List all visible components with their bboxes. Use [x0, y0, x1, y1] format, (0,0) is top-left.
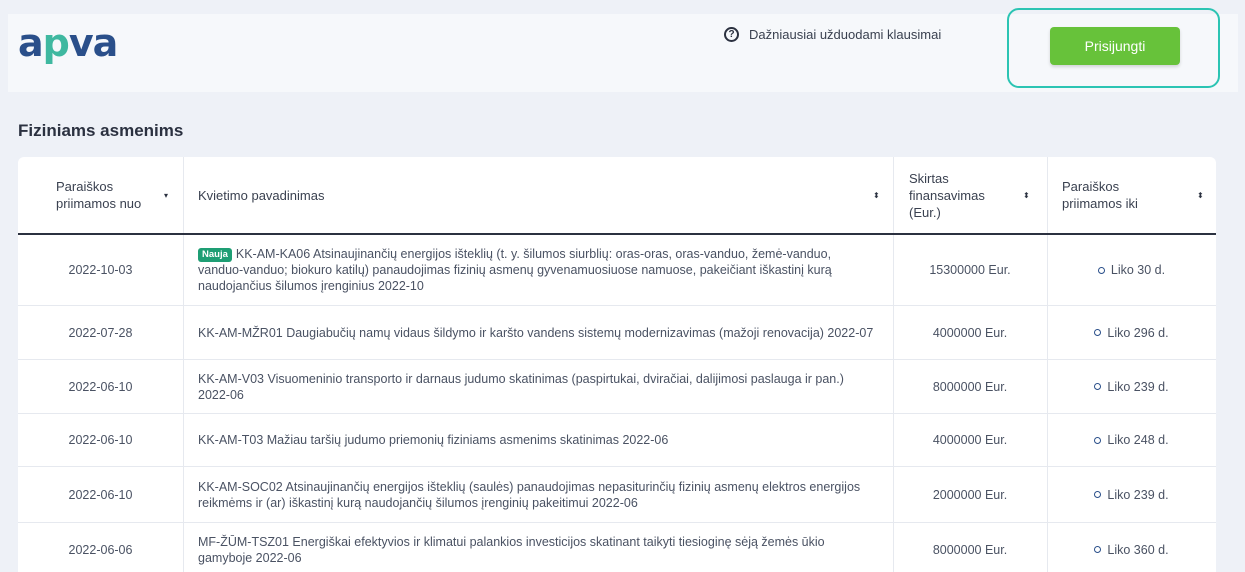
row-amount: 4000000 Eur.	[932, 325, 1008, 340]
clock-icon	[1097, 266, 1105, 274]
column-divider	[893, 157, 894, 233]
row-date: 2022-06-10	[68, 433, 133, 447]
table-row[interactable]: 2022-06-06 MF-ŽŪM-TSZ01 Energiškai efekt…	[18, 523, 1216, 572]
row-remaining: Liko 296 d.	[1047, 306, 1216, 359]
column-divider	[183, 467, 184, 523]
header-label: Skirtas finansavimas (Eur.)	[909, 170, 985, 220]
table-row[interactable]: 2022-06-10 KK-AM-V03 Visuomeninio transp…	[18, 360, 1216, 414]
row-remaining-text: Liko 239 d.	[1107, 379, 1169, 394]
row-call-name-text: KK-AM-MŽR01 Daugiabučių namų vidaus šild…	[198, 325, 874, 340]
row-call-name-text: MF-ŽŪM-TSZ01 Energiškai efektyvios ir kl…	[198, 534, 825, 565]
logo-a: a	[18, 21, 44, 65]
header-start-date[interactable]: Paraiškos priimamos nuo ▾	[56, 157, 176, 233]
row-amount: 8000000 Eur.	[932, 542, 1008, 557]
row-amount: 2000000 Eur.	[932, 487, 1008, 502]
faq-link[interactable]: ? Dažniausiai užduodami klausimai	[724, 24, 941, 44]
row-date: 2022-07-28	[68, 325, 133, 340]
table-row[interactable]: 2022-07-28 KK-AM-MŽR01 Daugiabučių namų …	[18, 306, 1216, 360]
column-divider	[183, 414, 184, 467]
row-call-name[interactable]: Nauja KK-AM-KA06 Atsinaujinančių energijo…	[198, 235, 878, 305]
clock-icon	[1094, 546, 1102, 553]
new-badge: Nauja	[198, 248, 232, 262]
faq-label: Dažniausiai užduodami klausimai	[749, 26, 942, 42]
column-divider	[183, 235, 184, 306]
sort-desc-icon: ▾	[164, 190, 169, 200]
table-header: Paraiškos priimamos nuo ▾ Kvietimo pavad…	[18, 157, 1216, 235]
logo-p: p	[42, 21, 70, 65]
row-remaining-text: Liko 248 d.	[1107, 433, 1169, 447]
row-date: 2022-10-03	[68, 263, 133, 277]
sort-icon: ⬍	[1023, 190, 1030, 200]
sort-icon: ⬍	[873, 190, 880, 200]
header-label: Paraiškos priimamos nuo	[56, 179, 142, 211]
clock-icon	[1094, 383, 1102, 390]
row-call-name-text: KK-AM-T03 Mažiau taršių judumo priemonių…	[198, 433, 669, 447]
question-icon: ?	[724, 26, 739, 42]
row-date: 2022-06-06	[68, 542, 133, 557]
row-remaining-text: Liko 30 d.	[1110, 263, 1166, 277]
clock-icon	[1094, 491, 1102, 498]
header-label: Kvietimo pavadinimas	[198, 187, 325, 203]
row-amount: 4000000 Eur.	[932, 433, 1008, 447]
row-remaining: Liko 239 d.	[1047, 360, 1216, 413]
row-call-name-text: KK-AM-SOC02 Atsinaujinančių energijos iš…	[198, 479, 861, 510]
row-remaining-text: Liko 239 d.	[1107, 487, 1169, 502]
clock-icon	[1094, 436, 1102, 444]
sort-icon: ⬍	[1197, 190, 1204, 200]
header-end-date[interactable]: Paraiškos priimamos iki ⬍	[1062, 157, 1212, 233]
row-date: 2022-06-10	[68, 487, 133, 502]
row-amount: 15300000 Eur.	[929, 263, 1011, 277]
row-call-name-text: KK-AM-V03 Visuomeninio transporto ir dar…	[198, 371, 844, 402]
column-divider	[183, 523, 184, 572]
table-row[interactable]: 2022-10-03 Nauja KK-AM-KA06 Atsinaujinanč…	[18, 235, 1216, 306]
row-call-name[interactable]: KK-AM-MŽR01 Daugiabučių namų vidaus šild…	[198, 306, 878, 359]
row-remaining-text: Liko 360 d.	[1107, 542, 1169, 557]
row-call-name[interactable]: KK-AM-SOC02 Atsinaujinančių energijos iš…	[198, 467, 878, 522]
column-divider	[183, 360, 184, 414]
apva-logo[interactable]: apva	[18, 21, 118, 65]
column-divider	[183, 157, 184, 233]
header-label: Paraiškos priimamos iki	[1062, 179, 1138, 211]
row-amount: 8000000 Eur.	[932, 379, 1008, 394]
login-button[interactable]: Prisijungti	[1050, 27, 1180, 65]
header-funding[interactable]: Skirtas finansavimas (Eur.) ⬍	[909, 157, 1039, 233]
row-remaining: Liko 248 d.	[1047, 414, 1216, 466]
clock-icon	[1094, 329, 1102, 336]
header-call-name[interactable]: Kvietimo pavadinimas ⬍	[198, 157, 888, 233]
row-call-name-text: KK-AM-KA06 Atsinaujinančių energijos išt…	[198, 247, 832, 293]
column-divider	[183, 306, 184, 360]
row-call-name[interactable]: KK-AM-V03 Visuomeninio transporto ir dar…	[198, 360, 878, 413]
section-title: Fiziniams asmenims	[18, 121, 184, 140]
row-remaining-text: Liko 296 d.	[1107, 325, 1169, 340]
calls-table: Paraiškos priimamos nuo ▾ Kvietimo pavad…	[18, 157, 1216, 572]
logo-va: va	[68, 21, 118, 65]
row-call-name[interactable]: MF-ŽŪM-TSZ01 Energiškai efektyvios ir kl…	[198, 523, 878, 572]
row-call-name[interactable]: KK-AM-T03 Mažiau taršių judumo priemonių…	[198, 414, 878, 466]
row-remaining: Liko 30 d.	[1047, 235, 1216, 305]
table-row[interactable]: 2022-06-10 KK-AM-SOC02 Atsinaujinančių e…	[18, 467, 1216, 523]
row-remaining: Liko 360 d.	[1047, 523, 1216, 572]
table-row[interactable]: 2022-06-10 KK-AM-T03 Mažiau taršių judum…	[18, 414, 1216, 467]
row-date: 2022-06-10	[68, 379, 133, 394]
row-remaining: Liko 239 d.	[1047, 467, 1216, 522]
column-divider	[1047, 157, 1048, 233]
